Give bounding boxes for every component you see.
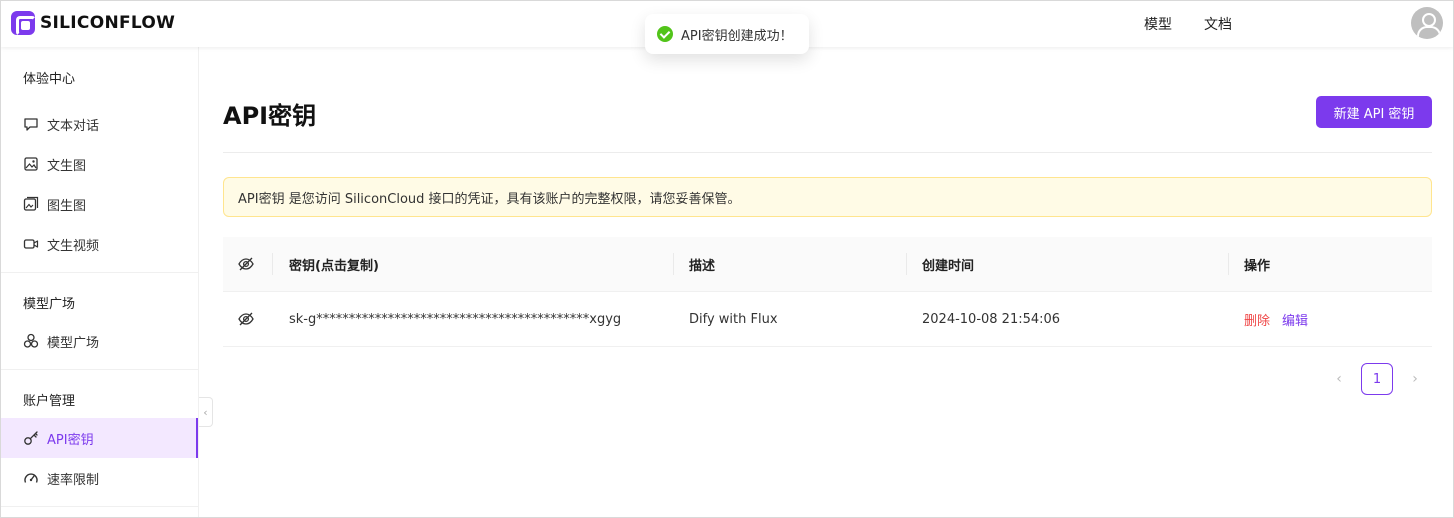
sidebar-section-account: 账户管理	[23, 394, 76, 409]
row-actions: 删除 编辑	[1244, 292, 1308, 346]
sidebar-item-label: 速率限制	[47, 472, 100, 488]
app-window: SILICONFLOW 模型 文档 API密钥创建成功！ 体验中心 文本对话 文…	[0, 0, 1454, 518]
table-header: 密钥(点击复制) 描述 创建时间 操作	[223, 237, 1432, 292]
sidebar-divider	[1, 369, 198, 370]
edit-key-link[interactable]: 编辑	[1282, 310, 1308, 329]
sidebar-section-experience: 体验中心	[23, 72, 76, 87]
sidebar-item-label: 图生图	[47, 198, 87, 214]
header-description: 描述	[689, 258, 716, 274]
models-icon	[23, 333, 39, 349]
column-separator	[1228, 253, 1229, 275]
sidebar-item-model-square[interactable]: 模型广场	[1, 321, 198, 361]
sidebar-item-label: 文生视频	[47, 238, 100, 254]
column-separator	[272, 253, 273, 275]
notice-banner: API密钥 是您访问 SiliconCloud 接口的凭证，具有该账户的完整权限…	[223, 177, 1432, 217]
eye-off-icon	[237, 310, 255, 328]
check-circle-icon	[657, 26, 673, 42]
user-avatar-icon[interactable]	[1411, 7, 1443, 39]
sidebar-section-models: 模型广场	[23, 297, 76, 312]
title-divider	[223, 152, 1432, 153]
header-created-time: 创建时间	[922, 258, 975, 274]
notice-text: API密钥 是您访问 SiliconCloud 接口的凭证，具有该账户的完整权限…	[238, 191, 741, 207]
sidebar-item-label: 模型广场	[47, 335, 100, 351]
nav-docs-link[interactable]: 文档	[1204, 14, 1232, 34]
next-page-button[interactable]: ›	[1399, 363, 1431, 395]
api-key-value[interactable]: sk-g************************************…	[289, 292, 621, 346]
column-separator	[673, 253, 674, 275]
sidebar-item-label: 文本对话	[47, 118, 100, 134]
toast-message: API密钥创建成功！	[681, 28, 793, 44]
chevron-left-icon: ‹	[1336, 371, 1342, 387]
delete-key-link[interactable]: 删除	[1244, 310, 1270, 329]
sidebar-item-rate-limits[interactable]: 速率限制	[1, 458, 198, 498]
key-icon	[23, 430, 39, 446]
page-number-current[interactable]: 1	[1361, 363, 1393, 395]
chevron-right-icon: ›	[1412, 371, 1418, 387]
pagination: ‹ 1 ›	[1323, 363, 1431, 395]
image-icon	[23, 156, 39, 172]
image-to-image-icon	[23, 196, 39, 212]
toggle-visibility-all[interactable]	[237, 237, 255, 291]
sidebar-item-label: API密钥	[47, 432, 94, 448]
sidebar-item-label: 文生图	[47, 158, 87, 174]
eye-off-icon	[237, 255, 255, 273]
table-row: sk-g************************************…	[223, 292, 1432, 347]
nav-models-link[interactable]: 模型	[1144, 14, 1172, 34]
video-icon	[23, 236, 39, 252]
success-toast: API密钥创建成功！	[645, 14, 809, 54]
gauge-icon	[23, 470, 39, 486]
sidebar-item-text-to-video[interactable]: 文生视频	[1, 224, 198, 264]
sidebar-item-text-chat[interactable]: 文本对话	[1, 104, 198, 144]
chevron-left-icon: ‹	[203, 405, 208, 419]
header-key: 密钥(点击复制)	[289, 258, 379, 274]
key-created-time: 2024-10-08 21:54:06	[922, 311, 1061, 327]
sidebar-divider	[1, 272, 198, 273]
sidebar-item-image-to-image[interactable]: 图生图	[1, 184, 198, 224]
header-actions: 操作	[1244, 258, 1271, 274]
logo[interactable]: SILICONFLOW	[11, 11, 176, 36]
sidebar-item-text-to-image[interactable]: 文生图	[1, 144, 198, 184]
siliconflow-logo-icon	[11, 11, 36, 36]
page-title: API密钥	[223, 102, 317, 130]
new-api-key-button[interactable]: 新建 API 密钥	[1316, 96, 1432, 128]
sidebar-item-api-keys[interactable]: API密钥	[1, 418, 198, 458]
logo-text: SILICONFLOW	[40, 13, 176, 33]
toggle-key-visibility[interactable]	[237, 292, 255, 346]
column-separator	[906, 253, 907, 275]
chat-icon	[23, 116, 39, 132]
sidebar-divider	[1, 506, 198, 507]
api-keys-table: 密钥(点击复制) 描述 创建时间 操作 sk-g****************…	[223, 237, 1432, 347]
key-description: Dify with Flux	[689, 311, 778, 327]
sidebar-collapse-button[interactable]: ‹	[199, 397, 213, 427]
prev-page-button[interactable]: ‹	[1323, 363, 1355, 395]
sidebar: 体验中心 文本对话 文生图 图生图 文生视频 模型广场 模型广场 账户管理 AP…	[1, 47, 199, 517]
